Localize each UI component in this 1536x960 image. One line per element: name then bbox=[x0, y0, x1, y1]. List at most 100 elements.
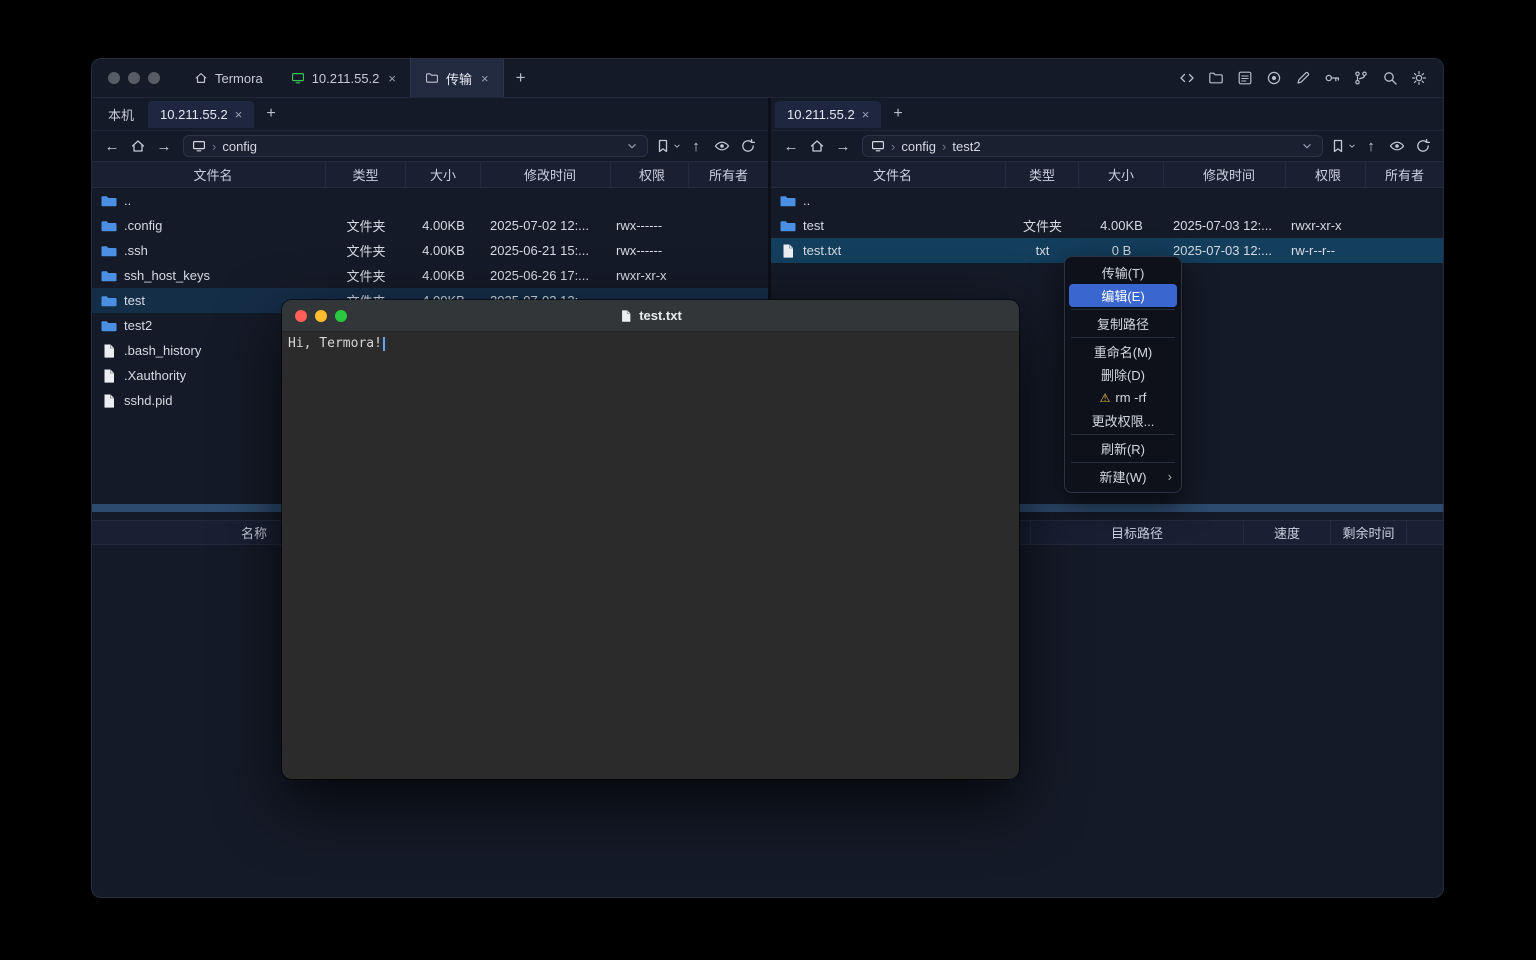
file-type: 文件夹 bbox=[326, 263, 406, 288]
new-pane-tab-button[interactable]: + bbox=[883, 105, 912, 123]
column-header-perms[interactable]: 权限 bbox=[1286, 162, 1366, 187]
path-segment[interactable]: config bbox=[901, 139, 936, 154]
minimize-button[interactable] bbox=[128, 72, 140, 84]
menu-item-chmod[interactable]: 更改权限... bbox=[1069, 409, 1177, 432]
tab-host[interactable]: 10.211.55.2 × bbox=[277, 59, 410, 97]
new-pane-tab-button[interactable]: + bbox=[256, 105, 285, 123]
forward-button[interactable]: → bbox=[152, 134, 176, 158]
editor-content[interactable]: Hi, Termora! bbox=[282, 332, 1019, 355]
refresh-button[interactable] bbox=[736, 134, 760, 158]
path-bar[interactable]: › config bbox=[183, 135, 648, 157]
back-button[interactable]: ← bbox=[779, 134, 803, 158]
host-icon bbox=[291, 71, 305, 85]
folder-icon bbox=[425, 71, 439, 85]
record-icon[interactable] bbox=[1266, 70, 1282, 86]
log-icon[interactable] bbox=[1237, 70, 1253, 86]
file-owner bbox=[1366, 238, 1443, 263]
pane-tab-remote[interactable]: 10.211.55.2 × bbox=[148, 101, 254, 128]
path-segment[interactable]: test2 bbox=[952, 139, 980, 154]
titlebar-actions bbox=[1179, 70, 1431, 86]
column-header-destination[interactable]: 目标路径 bbox=[1031, 521, 1244, 544]
bookmark-button[interactable] bbox=[655, 134, 682, 158]
chevron-down-icon[interactable] bbox=[1300, 139, 1314, 153]
column-header-modified[interactable]: 修改时间 bbox=[481, 162, 611, 187]
table-row[interactable]: .. bbox=[771, 188, 1443, 213]
menu-separator bbox=[1071, 434, 1175, 435]
folder-icon[interactable] bbox=[1208, 70, 1224, 86]
pane-tab-local[interactable]: 本机 bbox=[96, 101, 146, 128]
branch-icon[interactable] bbox=[1353, 70, 1369, 86]
tab-termora[interactable]: Termora bbox=[180, 59, 277, 97]
key-icon[interactable] bbox=[1324, 70, 1340, 86]
zoom-button[interactable] bbox=[148, 72, 160, 84]
document-icon bbox=[619, 309, 633, 323]
new-tab-button[interactable]: + bbox=[504, 68, 538, 88]
file-size: 4.00KB bbox=[1079, 213, 1164, 238]
menu-item-delete[interactable]: 删除(D) bbox=[1069, 363, 1177, 386]
home-button[interactable] bbox=[805, 134, 829, 158]
table-row[interactable]: .. bbox=[92, 188, 768, 213]
table-row[interactable]: test 文件夹 4.00KB 2025-07-03 12:... rwxr-x… bbox=[771, 213, 1443, 238]
minimize-button[interactable] bbox=[315, 310, 327, 322]
column-header-owner[interactable]: 所有者 bbox=[1366, 162, 1443, 187]
column-header-type[interactable]: 类型 bbox=[326, 162, 406, 187]
file-type: 文件夹 bbox=[326, 213, 406, 238]
zoom-button[interactable] bbox=[335, 310, 347, 322]
menu-item-copy-path[interactable]: 复制路径 bbox=[1069, 312, 1177, 335]
code-icon[interactable] bbox=[1179, 70, 1195, 86]
column-header-perms[interactable]: 权限 bbox=[611, 162, 689, 187]
file-name: test bbox=[124, 293, 145, 308]
home-button[interactable] bbox=[126, 134, 150, 158]
column-header-size[interactable]: 大小 bbox=[1079, 162, 1164, 187]
close-button[interactable] bbox=[295, 310, 307, 322]
file-perms: rwxr-xr-x bbox=[1286, 213, 1366, 238]
table-row[interactable]: .config 文件夹 4.00KB 2025-07-02 12:... rwx… bbox=[92, 213, 768, 238]
forward-button[interactable]: → bbox=[831, 134, 855, 158]
menu-item-new[interactable]: 新建(W)› bbox=[1069, 465, 1177, 488]
close-tab-icon[interactable]: × bbox=[388, 71, 396, 86]
table-row[interactable]: .ssh 文件夹 4.00KB 2025-06-21 15:... rwx---… bbox=[92, 238, 768, 263]
column-header-speed[interactable]: 速度 bbox=[1244, 521, 1331, 544]
close-tab-icon[interactable]: × bbox=[862, 107, 870, 122]
pane-tab-remote[interactable]: 10.211.55.2 × bbox=[775, 101, 881, 128]
left-pane-tabs: 本机 10.211.55.2 × + bbox=[92, 98, 768, 131]
file-name: test.txt bbox=[803, 243, 841, 258]
close-tab-icon[interactable]: × bbox=[235, 107, 243, 122]
column-header-owner[interactable]: 所有者 bbox=[689, 162, 768, 187]
column-header-name[interactable]: 文件名 bbox=[92, 162, 326, 187]
search-icon[interactable] bbox=[1382, 70, 1398, 86]
editor-titlebar[interactable]: test.txt bbox=[282, 300, 1019, 332]
path-segment[interactable]: config bbox=[222, 139, 257, 154]
close-button[interactable] bbox=[108, 72, 120, 84]
menu-item-edit[interactable]: 编辑(E) bbox=[1069, 284, 1177, 307]
column-header-name[interactable]: 文件名 bbox=[771, 162, 1006, 187]
file-owner bbox=[689, 263, 768, 288]
back-button[interactable]: ← bbox=[100, 134, 124, 158]
file-owner bbox=[1366, 213, 1443, 238]
file-name: .ssh bbox=[124, 243, 148, 258]
chevron-right-icon: › bbox=[1168, 469, 1172, 484]
edit-icon[interactable] bbox=[1295, 70, 1311, 86]
refresh-button[interactable] bbox=[1411, 134, 1435, 158]
column-header-type[interactable]: 类型 bbox=[1006, 162, 1079, 187]
menu-item-rename[interactable]: 重命名(M) bbox=[1069, 340, 1177, 363]
chevron-down-icon[interactable] bbox=[625, 139, 639, 153]
editor-window-controls bbox=[282, 310, 347, 322]
show-hidden-button[interactable] bbox=[1385, 134, 1409, 158]
show-hidden-button[interactable] bbox=[710, 134, 734, 158]
upload-button[interactable]: ↑ bbox=[684, 134, 708, 158]
column-header-size[interactable]: 大小 bbox=[406, 162, 481, 187]
settings-icon[interactable] bbox=[1411, 70, 1427, 86]
menu-item-refresh[interactable]: 刷新(R) bbox=[1069, 437, 1177, 460]
close-tab-icon[interactable]: × bbox=[481, 71, 489, 86]
tab-transfer[interactable]: 传输 × bbox=[410, 59, 504, 97]
file-perms bbox=[611, 188, 689, 213]
menu-item-transfer[interactable]: 传输(T) bbox=[1069, 261, 1177, 284]
bookmark-button[interactable] bbox=[1330, 134, 1357, 158]
path-bar[interactable]: › config › test2 bbox=[862, 135, 1323, 157]
table-row[interactable]: ssh_host_keys 文件夹 4.00KB 2025-06-26 17:.… bbox=[92, 263, 768, 288]
column-header-modified[interactable]: 修改时间 bbox=[1164, 162, 1286, 187]
column-header-eta[interactable]: 剩余时间 bbox=[1331, 521, 1407, 544]
menu-item-rm-rf[interactable]: ⚠rm -rf bbox=[1069, 386, 1177, 409]
upload-button[interactable]: ↑ bbox=[1359, 134, 1383, 158]
